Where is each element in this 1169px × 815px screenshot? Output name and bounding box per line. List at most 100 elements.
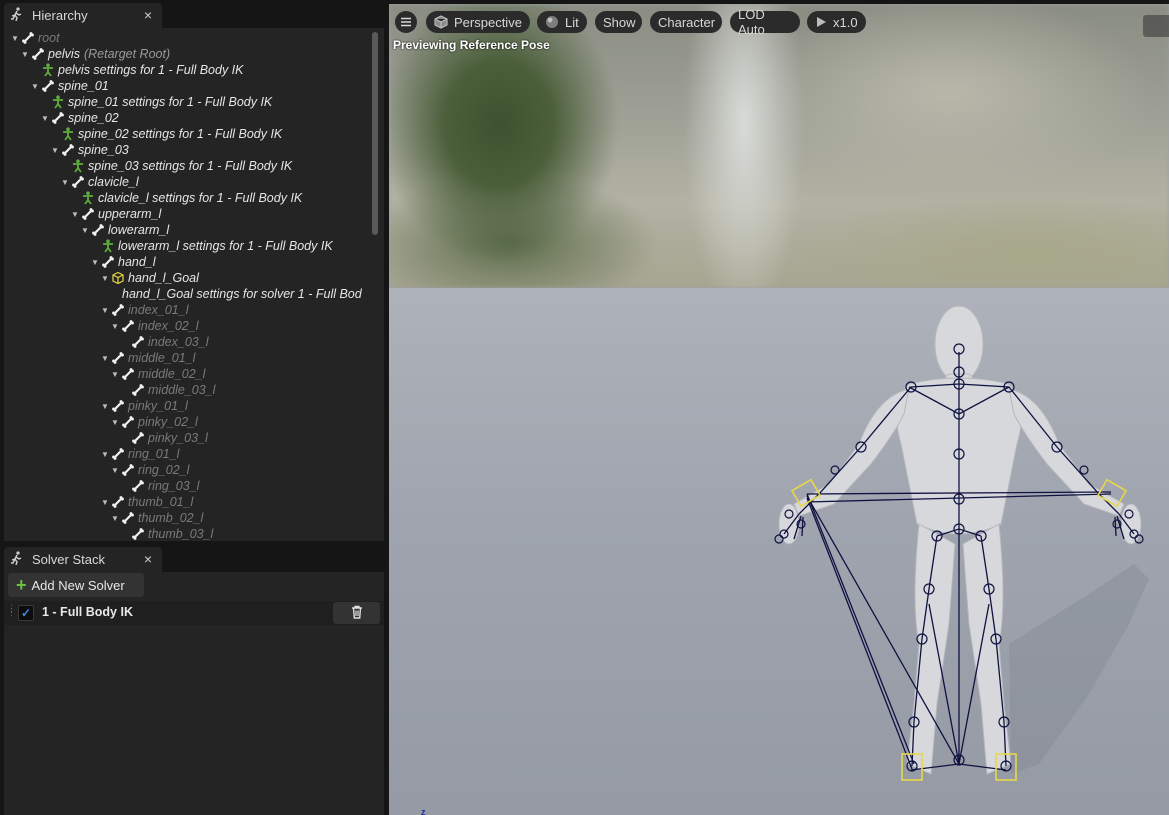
bone-icon — [120, 318, 136, 334]
mannequin-body — [778, 305, 1142, 775]
show-button[interactable]: Show — [595, 11, 642, 33]
expand-arrow-icon[interactable]: ▼ — [10, 30, 20, 46]
tree-row[interactable]: ▼ spine_03 — [4, 142, 384, 158]
tree-row[interactable]: ▼ middle_01_l — [4, 350, 384, 366]
viewport-toolbar: Perspective Lit Show Character LOD Auto … — [389, 7, 1169, 37]
drag-handle-icon[interactable]: ⋮ ⋮ — [7, 604, 16, 620]
lit-button[interactable]: Lit — [537, 11, 587, 33]
expand-arrow-icon[interactable]: ▼ — [80, 222, 90, 238]
speed-label: x1.0 — [833, 14, 858, 30]
tree-row-label: index_03_l — [148, 335, 209, 349]
expand-arrow-icon[interactable]: ▼ — [110, 366, 120, 382]
tree-row[interactable]: ▼ pinky_02_l — [4, 414, 384, 430]
bone-icon — [110, 446, 126, 462]
tree-row[interactable]: ▼ index_01_l — [4, 302, 384, 318]
tree-row[interactable]: ▼ thumb_02_l — [4, 510, 384, 526]
playback-speed-button[interactable]: x1.0 — [807, 11, 866, 33]
bone-icon — [60, 142, 76, 158]
expand-arrow-icon[interactable]: ▼ — [110, 318, 120, 334]
tree-row[interactable]: index_03_l — [4, 334, 384, 350]
skeleton-lines — [783, 352, 1135, 771]
tree-row[interactable]: spine_03 settings for 1 - Full Body IK — [4, 158, 384, 174]
viewport-menu-button[interactable] — [395, 11, 417, 33]
expand-arrow-icon[interactable]: ▼ — [100, 446, 110, 462]
tree-row[interactable]: ▼ index_02_l — [4, 318, 384, 334]
solver-stack-tab[interactable]: Solver Stack × — [4, 547, 162, 572]
tree-row-label: pinky_02_l — [138, 415, 198, 429]
expand-arrow-icon[interactable]: ▼ — [20, 46, 30, 62]
show-label: Show — [603, 14, 636, 30]
tree-row-label: pelvis — [48, 47, 80, 61]
tree-row[interactable]: thumb_03_l — [4, 526, 384, 541]
bone-icon — [100, 254, 116, 270]
solver-enabled-checkbox[interactable]: ✓ — [18, 605, 34, 621]
delete-solver-button[interactable] — [333, 602, 380, 624]
settings-figure-icon — [40, 62, 56, 78]
play-icon — [815, 16, 827, 28]
solver-row[interactable]: ⋮ ⋮ ✓ 1 - Full Body IK — [4, 601, 384, 625]
tree-row[interactable]: ▼ ring_01_l — [4, 446, 384, 462]
tree-row-label: hand_l_Goal settings for solver 1 - Full… — [122, 287, 362, 301]
tree-row-label: upperarm_l — [98, 207, 162, 221]
bone-icon — [120, 510, 136, 526]
expand-arrow-icon[interactable]: ▼ — [110, 414, 120, 430]
goal-cube-icon — [110, 270, 126, 286]
expand-arrow-icon[interactable]: ▼ — [100, 398, 110, 414]
tree-row[interactable]: ▼ hand_l_Goal — [4, 270, 384, 286]
hierarchy-close-icon[interactable]: × — [144, 7, 152, 23]
expand-arrow-icon[interactable]: ▼ — [40, 110, 50, 126]
tree-row[interactable]: hand_l_Goal settings for solver 1 - Full… — [4, 286, 384, 302]
bone-icon — [120, 366, 136, 382]
viewport[interactable]: Perspective Lit Show Character LOD Auto … — [389, 4, 1169, 815]
tree-row[interactable]: ▼ spine_01 — [4, 78, 384, 94]
tree-row-label: clavicle_l settings for 1 - Full Body IK — [98, 191, 303, 205]
expand-arrow-icon[interactable]: ▼ — [60, 174, 70, 190]
tree-row[interactable]: ▼ pelvis (Retarget Root) — [4, 46, 384, 62]
expand-arrow-icon[interactable]: ▼ — [50, 142, 60, 158]
expand-arrow-icon[interactable]: ▼ — [100, 270, 110, 286]
tree-row[interactable]: spine_01 settings for 1 - Full Body IK — [4, 94, 384, 110]
tree-row[interactable]: ▼ root — [4, 30, 380, 46]
tree-row[interactable]: ▼ hand_l — [4, 254, 384, 270]
perspective-button[interactable]: Perspective — [426, 11, 530, 33]
expand-arrow-icon[interactable]: ▼ — [90, 254, 100, 270]
expand-arrow-icon[interactable]: ▼ — [100, 494, 110, 510]
add-new-solver-button[interactable]: + Add New Solver — [8, 573, 144, 597]
hierarchy-scrollbar[interactable] — [372, 32, 378, 235]
settings-figure-icon — [60, 126, 76, 142]
character-button[interactable]: Character — [650, 11, 722, 33]
tree-row[interactable]: pelvis settings for 1 - Full Body IK — [4, 62, 384, 78]
settings-figure-icon — [100, 238, 116, 254]
expand-arrow-icon[interactable]: ▼ — [110, 462, 120, 478]
viewport-select-tool-button[interactable] — [1143, 15, 1169, 37]
expand-arrow-icon[interactable]: ▼ — [100, 350, 110, 366]
tree-row[interactable]: spine_02 settings for 1 - Full Body IK — [4, 126, 384, 142]
lit-label: Lit — [565, 14, 579, 30]
expand-arrow-icon[interactable]: ▼ — [30, 78, 40, 94]
bone-icon — [40, 78, 56, 94]
solver-name: 1 - Full Body IK — [42, 605, 133, 619]
cube-icon — [434, 15, 448, 29]
tree-row[interactable]: ▼ lowerarm_l — [4, 222, 384, 238]
tree-row[interactable]: middle_03_l — [4, 382, 384, 398]
tree-row[interactable]: pinky_03_l — [4, 430, 384, 446]
expand-arrow-icon[interactable]: ▼ — [70, 206, 80, 222]
tree-row[interactable]: ▼ thumb_01_l — [4, 494, 384, 510]
bone-icon — [130, 382, 146, 398]
tree-row[interactable]: ▼ spine_02 — [4, 110, 384, 126]
tree-row[interactable]: clavicle_l settings for 1 - Full Body IK — [4, 190, 384, 206]
expand-arrow-icon[interactable]: ▼ — [110, 510, 120, 526]
tree-row[interactable]: ▼ middle_02_l — [4, 366, 384, 382]
tree-row[interactable]: lowerarm_l settings for 1 - Full Body IK — [4, 238, 384, 254]
tree-row[interactable]: ring_03_l — [4, 478, 384, 494]
solver-stack-close-icon[interactable]: × — [144, 551, 152, 567]
tree-row[interactable]: ▼ pinky_01_l — [4, 398, 384, 414]
expand-arrow-icon[interactable]: ▼ — [100, 302, 110, 318]
hierarchy-tab[interactable]: Hierarchy × — [4, 3, 162, 28]
tree-row[interactable]: ▼ upperarm_l — [4, 206, 384, 222]
tree-row[interactable]: ▼ ring_02_l — [4, 462, 384, 478]
bone-icon — [110, 398, 126, 414]
tree-row[interactable]: ▼ clavicle_l — [4, 174, 384, 190]
lod-button[interactable]: LOD Auto — [730, 7, 800, 37]
